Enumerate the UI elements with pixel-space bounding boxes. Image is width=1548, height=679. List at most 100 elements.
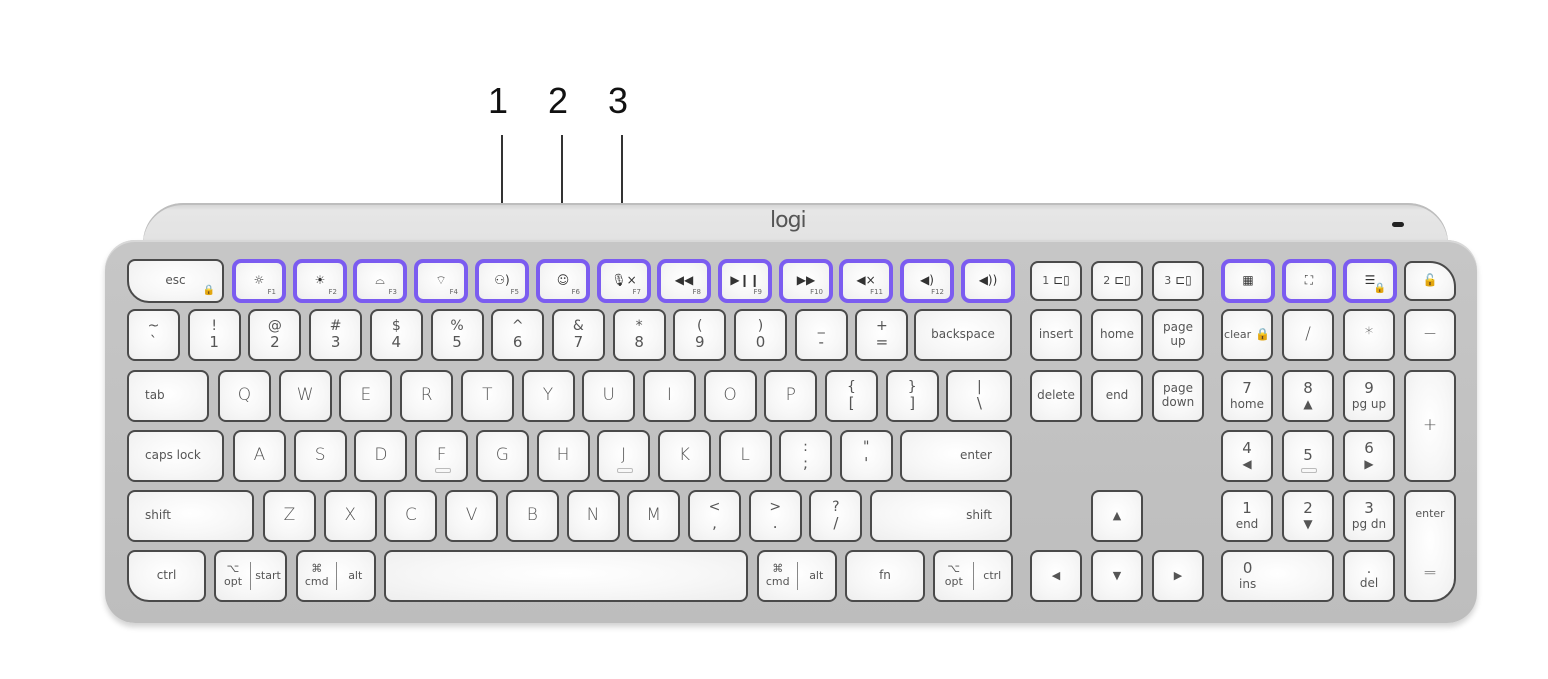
right-cmd-alt-key[interactable]: ⌘ cmd alt bbox=[757, 550, 837, 602]
f-key-f5[interactable]: ⚇) F5 bbox=[475, 259, 529, 303]
left-ctrl-key[interactable]: ctrl bbox=[127, 550, 206, 602]
f-key-f11[interactable]: ◀× F11 bbox=[839, 259, 893, 303]
arrow-down-key[interactable]: ▼ bbox=[1091, 550, 1143, 602]
key-5[interactable]: % 5 bbox=[430, 309, 484, 361]
f-key-f7[interactable]: 🎙× F7 bbox=[597, 259, 651, 303]
f-key-f2[interactable]: ☀ F2 bbox=[293, 259, 347, 303]
key-punct-0[interactable]: :; bbox=[779, 430, 832, 482]
key-p[interactable]: P bbox=[764, 370, 818, 422]
numpad-key-8[interactable]: 8 ▲ bbox=[1282, 370, 1334, 422]
cmd-alt-key[interactable]: ⌘ cmd alt bbox=[296, 550, 376, 602]
right-shift-key[interactable]: shift bbox=[870, 490, 1012, 542]
space-bar[interactable] bbox=[384, 550, 748, 602]
page-up-key[interactable]: page up bbox=[1152, 309, 1204, 361]
key-0[interactable]: ) 0 bbox=[734, 309, 787, 361]
numpad-key-6[interactable]: 6 ▶ bbox=[1343, 430, 1395, 482]
left-shift-key[interactable]: shift bbox=[127, 490, 254, 542]
page-down-key[interactable]: page down bbox=[1152, 370, 1204, 422]
numpad-clear-key[interactable]: clear 🔒 bbox=[1221, 309, 1273, 361]
numpad-minus-key[interactable]: − bbox=[1404, 309, 1456, 361]
key-bracket-2[interactable]: | \ bbox=[946, 370, 1013, 422]
key-o[interactable]: O bbox=[703, 370, 757, 422]
end-key[interactable]: end bbox=[1091, 370, 1143, 422]
backspace-key[interactable]: backspace bbox=[914, 309, 1012, 361]
numpad-slash-key[interactable]: / bbox=[1282, 309, 1334, 361]
key-l[interactable]: L bbox=[718, 430, 772, 482]
fn-key[interactable]: fn bbox=[845, 550, 925, 602]
key-f[interactable]: F bbox=[415, 430, 469, 482]
numpad-del-key[interactable]: . del bbox=[1343, 550, 1395, 602]
f-key-f10[interactable]: ▶▶ F10 bbox=[779, 259, 833, 303]
key-8[interactable]: * 8 bbox=[612, 309, 666, 361]
key-punct-b0[interactable]: <, bbox=[688, 490, 741, 542]
numpad-key-1[interactable]: 1 end bbox=[1221, 490, 1273, 542]
key-bracket-0[interactable]: {[ bbox=[825, 370, 878, 422]
key-q[interactable]: Q bbox=[218, 370, 271, 422]
f-key-f12[interactable]: ◀) F12 bbox=[900, 259, 954, 303]
key-sym[interactable]: ~ ` bbox=[127, 309, 180, 361]
f-key-f6[interactable]: ☺ F6 bbox=[536, 259, 590, 303]
key-w[interactable]: W bbox=[278, 370, 332, 422]
numpad-key-5[interactable]: 5 bbox=[1282, 430, 1334, 482]
numpad-enter-key[interactable]: enter = bbox=[1404, 490, 1456, 602]
right-opt-ctrl-key[interactable]: ⌥ opt ctrl bbox=[933, 550, 1013, 602]
key-7[interactable]: & 7 bbox=[551, 309, 605, 361]
easy-switch-key-1[interactable]: 1 ⊏▯ bbox=[1030, 261, 1082, 301]
delete-key[interactable]: delete bbox=[1030, 370, 1082, 422]
f-key-f8[interactable]: ◀◀ F8 bbox=[657, 259, 711, 303]
context-menu-key[interactable]: ☰ 🔒 bbox=[1343, 259, 1397, 303]
key-x[interactable]: X bbox=[323, 490, 377, 542]
key-6[interactable]: ^ 6 bbox=[491, 309, 545, 361]
key-z[interactable]: Z bbox=[263, 490, 316, 542]
key-m[interactable]: M bbox=[627, 490, 681, 542]
numpad-key-3[interactable]: 3 pg dn bbox=[1343, 490, 1395, 542]
key-punct-1[interactable]: " ' bbox=[839, 430, 893, 482]
numpad-key-9[interactable]: 9 pg up bbox=[1343, 370, 1395, 422]
home-key[interactable]: home bbox=[1091, 309, 1143, 361]
caps-lock-key[interactable]: caps lock bbox=[127, 430, 224, 482]
f-key-f4[interactable]: ⌔ F4 bbox=[414, 259, 468, 303]
key-h[interactable]: H bbox=[536, 430, 590, 482]
key-i[interactable]: I bbox=[642, 370, 696, 422]
enter-key[interactable]: enter bbox=[900, 430, 1012, 482]
arrow-left-key[interactable]: ◀ bbox=[1030, 550, 1082, 602]
easy-switch-key-2[interactable]: 2 ⊏▯ bbox=[1091, 261, 1143, 301]
key-sym[interactable]: + = bbox=[855, 309, 909, 361]
opt-start-key[interactable]: ⌥ opt start bbox=[214, 550, 287, 602]
key-d[interactable]: D bbox=[354, 430, 408, 482]
key-4[interactable]: $4 bbox=[369, 309, 423, 361]
arrow-right-key[interactable]: ▶ bbox=[1152, 550, 1204, 602]
arrow-up-key[interactable]: ▲ bbox=[1091, 490, 1143, 542]
tab-key[interactable]: tab bbox=[127, 370, 209, 422]
numpad-plus-key[interactable]: + bbox=[1404, 370, 1456, 482]
key-g[interactable]: G bbox=[475, 430, 529, 482]
key-a[interactable]: A bbox=[233, 430, 286, 482]
key-c[interactable]: C bbox=[384, 490, 438, 542]
numpad-key-7[interactable]: 7 home bbox=[1221, 370, 1273, 422]
key-9[interactable]: (9 bbox=[673, 309, 727, 361]
key-v[interactable]: V bbox=[445, 490, 499, 542]
key-k[interactable]: K bbox=[657, 430, 711, 482]
screenshot-key[interactable]: ⛶ bbox=[1282, 259, 1336, 303]
esc-key[interactable]: esc 🔒 bbox=[127, 259, 224, 303]
key-n[interactable]: N bbox=[566, 490, 620, 542]
key-s[interactable]: S bbox=[293, 430, 347, 482]
numpad-star-key[interactable]: * bbox=[1343, 309, 1395, 361]
key-punct-b1[interactable]: >. bbox=[748, 490, 802, 542]
key-e[interactable]: E bbox=[339, 370, 393, 422]
key-2[interactable]: @2 bbox=[248, 309, 302, 361]
numpad-key-2[interactable]: 2 ▼ bbox=[1282, 490, 1334, 542]
key-t[interactable]: T bbox=[460, 370, 514, 422]
key-j[interactable]: J bbox=[597, 430, 651, 482]
key-bracket-1[interactable]: }] bbox=[885, 370, 939, 422]
key-b[interactable]: B bbox=[505, 490, 559, 542]
key-u[interactable]: U bbox=[582, 370, 636, 422]
key-sym[interactable]: _ - bbox=[794, 309, 848, 361]
key-y[interactable]: Y bbox=[521, 370, 575, 422]
f-key-volume-up[interactable]: ◀)) bbox=[961, 259, 1015, 303]
key-punct-b2[interactable]: ? / bbox=[809, 490, 863, 542]
key-1[interactable]: ! 1 bbox=[187, 309, 241, 361]
f-key-f1[interactable]: ☼ F1 bbox=[232, 259, 286, 303]
numpad-key-4[interactable]: 4 ◀ bbox=[1221, 430, 1273, 482]
insert-key[interactable]: insert bbox=[1030, 309, 1082, 361]
